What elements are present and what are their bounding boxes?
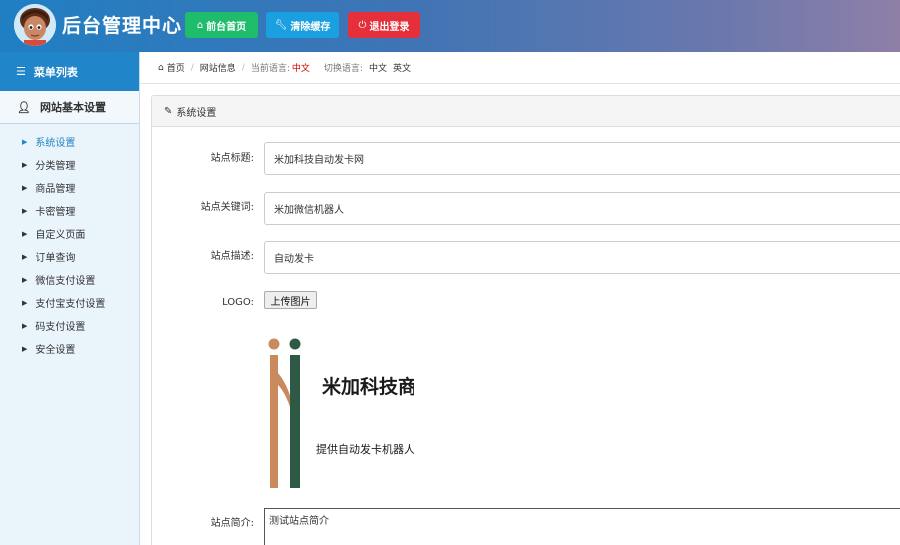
power-icon: ⏻ [358,19,367,31]
wrench-icon: 🔧︎ [274,19,288,31]
site-logo-image: 米加科技商城 提供自动发卡机器人 [264,333,436,493]
sidebar-item-code-pay[interactable]: ▶ 码支付设置 [0,314,139,337]
top-header: 后台管理中心 ⌂ 前台首页 🔧︎ 清除缓存 ⏻ 退出登录 [0,0,900,52]
panel-header: ✎ 系统设置 [152,96,900,127]
logout-label: 退出登录 [369,21,410,33]
logout-button[interactable]: ⏻ 退出登录 [348,12,420,38]
current-language-value: 中文 [291,64,310,74]
breadcrumb: ⌂ 首页 / 网站信息 / 当前语言: 中文 切换语言: 中文 英文 [140,52,900,84]
sidebar-item-products[interactable]: ▶ 商品管理 [0,176,139,199]
sidebar-item-security[interactable]: ▶ 安全设置 [0,337,139,360]
site-settings-group[interactable]: 👤︎ 网站基本设置 [0,91,139,124]
menu-bars-icon: ☰ [16,65,26,78]
switch-language-en-link[interactable]: 英文 [393,61,411,74]
clear-cache-button[interactable]: 🔧︎ 清除缓存 [266,12,339,38]
current-language-label: 当前语言: [250,64,290,74]
site-title-input[interactable] [264,142,900,175]
sidebar-item-label: 系统设置 [35,138,76,149]
caret-right-icon: ▶ [22,183,28,192]
edit-icon: ✎ [164,105,173,117]
menu-list-title: 菜单列表 [33,65,78,79]
user-icon: 👤︎ [17,100,31,114]
sidebar-item-label: 商品管理 [35,184,76,195]
site-keywords-input[interactable] [264,192,900,225]
breadcrumb-separator: / [241,62,245,73]
sidebar-item-custom-pages[interactable]: ▶ 自定义页面 [0,222,139,245]
site-keywords-label: 站点关键词: [200,202,254,213]
site-intro-textarea[interactable]: 测试站点简介 [264,508,900,545]
sidebar-item-label: 自定义页面 [35,230,86,241]
logo-sub-text: 提供自动发卡机器人 [316,442,414,456]
upload-image-button[interactable]: 上传图片 [264,291,317,309]
home-icon: ⌂ [196,19,204,31]
avatar [14,4,56,46]
switch-language-zh-link[interactable]: 中文 [369,61,387,74]
panel-title: 系统设置 [176,107,217,119]
site-description-label: 站点描述: [210,251,254,262]
app-title: 后台管理中心 [62,15,183,37]
sidebar-item-label: 安全设置 [35,345,76,356]
clear-cache-label: 清除缓存 [290,21,331,33]
sidebar-item-label: 码支付设置 [35,322,86,333]
menu-list-header: ☰ 菜单列表 [0,52,139,91]
frontend-home-label: 前台首页 [206,21,247,33]
site-settings-group-title: 网站基本设置 [39,101,106,114]
caret-right-icon: ▶ [22,321,28,330]
breadcrumb-site-info-link[interactable]: 网站信息 [200,61,236,74]
switch-language-label: 切换语言: [323,64,363,74]
site-intro-label: 站点简介: [210,518,254,529]
caret-right-icon: ▶ [22,344,28,353]
caret-right-icon: ▶ [22,137,28,146]
logo-label: LOGO: [222,297,254,308]
logo-main-text: 米加科技商城 [322,375,414,398]
sidebar-item-wechat-pay[interactable]: ▶ 微信支付设置 [0,268,139,291]
frontend-home-button[interactable]: ⌂ 前台首页 [185,12,258,38]
caret-right-icon: ▶ [22,275,28,284]
caret-right-icon: ▶ [22,229,28,238]
site-title-label: 站点标题: [210,153,254,164]
home-icon: ⌂ [158,62,164,73]
sidebar-item-label: 微信支付设置 [35,276,96,287]
breadcrumb-separator: / [190,62,194,73]
site-description-input[interactable] [264,241,900,274]
breadcrumb-home-link[interactable]: 首页 [167,61,185,74]
